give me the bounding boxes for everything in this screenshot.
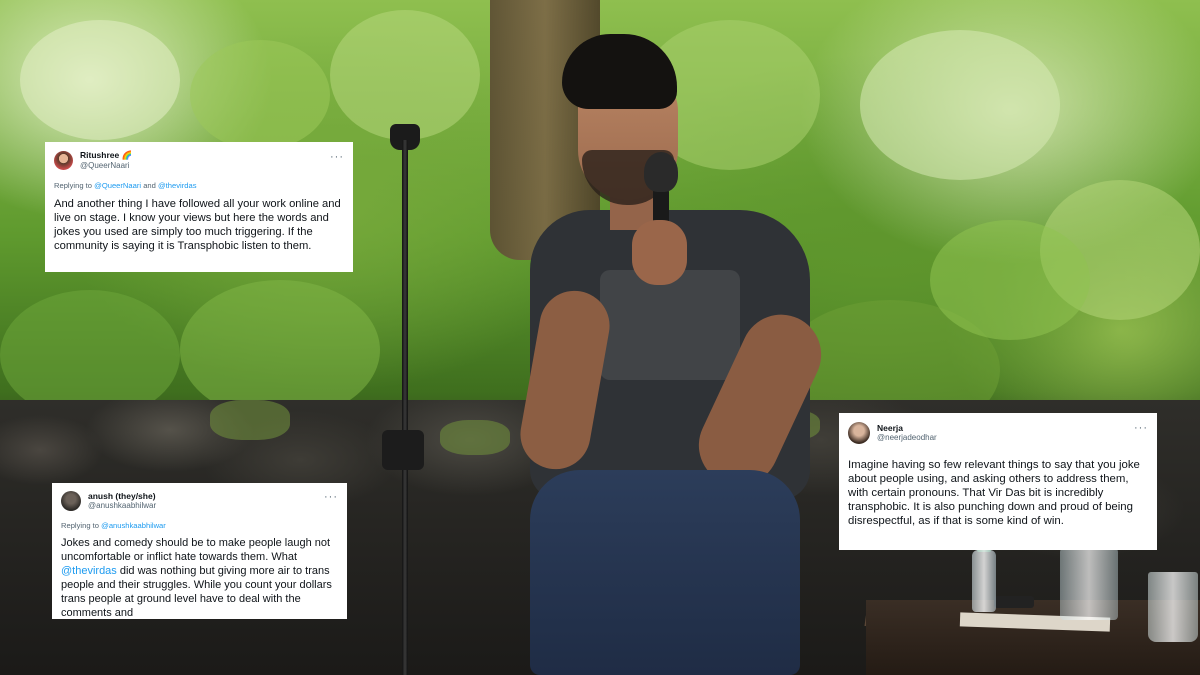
mention-link[interactable]: @thevirdas (158, 181, 197, 190)
mic-stand (402, 140, 408, 675)
hair (562, 34, 677, 109)
more-options-icon[interactable]: ··· (330, 151, 344, 163)
replying-to-and: and (141, 181, 158, 190)
tweet-card[interactable]: Ritushree 🌈 @QueerNaari ··· Replying to … (45, 142, 353, 272)
tweet-text: And another thing I have followed all yo… (54, 198, 341, 252)
user-handle[interactable]: @anushkaabhilwar (88, 501, 156, 510)
microphone-head (644, 152, 678, 192)
avatar[interactable] (848, 422, 870, 444)
replying-to: Replying to @QueerNaari and @thevirdas (54, 181, 344, 190)
tweet-header: Neerja @neerjadeodhar ··· (848, 422, 1148, 444)
avatar[interactable] (61, 491, 81, 511)
tweet-text-part: Jokes and comedy should be to make peopl… (61, 537, 331, 563)
more-options-icon[interactable]: ··· (1134, 422, 1148, 434)
phone (994, 596, 1034, 608)
mention-link[interactable]: @thevirdas (61, 565, 117, 577)
tweet-header: Ritushree 🌈 @QueerNaari ··· (54, 150, 344, 170)
mention-link[interactable]: @anushkaabhilwar (101, 521, 166, 530)
tweet-card[interactable]: Neerja @neerjadeodhar ··· Imagine having… (839, 413, 1157, 550)
tweet-card[interactable]: anush (they/she) @anushkaabhilwar ··· Re… (52, 483, 347, 619)
water-bottle (972, 550, 996, 612)
more-options-icon[interactable]: ··· (324, 491, 338, 503)
tweet-text: Imagine having so few relevant things to… (848, 459, 1140, 527)
replying-to-label: Replying to (54, 181, 95, 190)
tweet-header: anush (they/she) @anushkaabhilwar ··· (61, 491, 338, 511)
speaker-person (514, 30, 835, 675)
replying-to: Replying to @anushkaabhilwar (61, 521, 338, 530)
mic-stand-knob (382, 430, 424, 470)
display-name[interactable]: anush (they/she) (88, 491, 156, 502)
replying-to-label: Replying to (61, 521, 102, 530)
mention-link[interactable]: @QueerNaari (94, 181, 141, 190)
glass-jar (1060, 548, 1118, 620)
display-name[interactable]: Ritushree 🌈 (80, 150, 132, 161)
user-handle[interactable]: @QueerNaari (80, 161, 132, 170)
user-handle[interactable]: @neerjadeodhar (877, 433, 937, 442)
drinking-glass (1148, 572, 1198, 642)
jeans (530, 470, 800, 675)
avatar[interactable] (54, 151, 73, 170)
t-shirt-print (600, 270, 740, 380)
display-name[interactable]: Neerja (877, 423, 937, 434)
tweet-text: Jokes and comedy should be to make peopl… (61, 536, 338, 620)
